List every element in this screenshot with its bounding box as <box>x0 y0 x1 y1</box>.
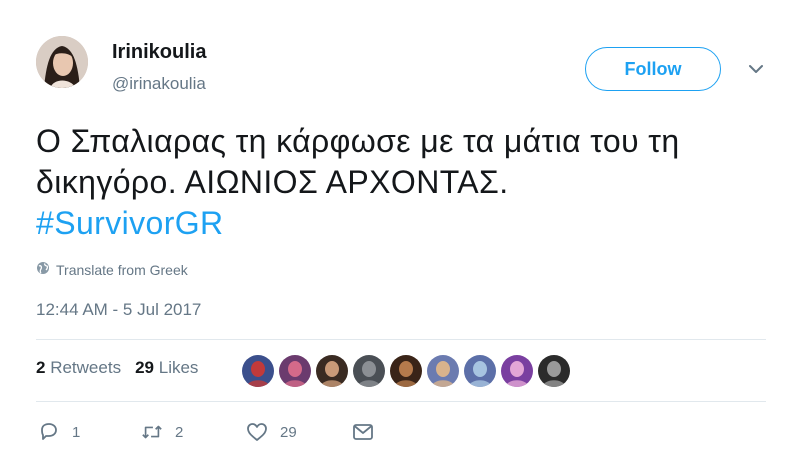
translate-link[interactable]: Translate from Greek <box>36 261 188 278</box>
like-count: 29 <box>280 423 297 441</box>
follow-button[interactable]: Follow <box>585 47 721 91</box>
divider <box>36 401 766 402</box>
liker-avatar[interactable] <box>279 355 311 387</box>
translate-label: Translate from Greek <box>56 261 188 278</box>
liker-avatar[interactable] <box>464 355 496 387</box>
likes-stat[interactable]: 29 Likes <box>135 358 198 378</box>
user-display-name[interactable]: Irinikoulia <box>112 41 206 64</box>
retweet-button[interactable]: 2 <box>141 421 183 443</box>
liker-avatar[interactable] <box>353 355 385 387</box>
like-button[interactable]: 29 <box>246 421 297 443</box>
retweets-count: 2 <box>36 358 46 377</box>
globe-icon <box>36 261 50 278</box>
user-handle[interactable]: @irinakoulia <box>112 74 206 94</box>
liker-avatar[interactable] <box>501 355 533 387</box>
user-avatar[interactable] <box>36 36 88 88</box>
likes-label: Likes <box>158 358 199 377</box>
retweets-stat[interactable]: 2 Retweets <box>36 358 121 378</box>
liker-avatar[interactable] <box>242 355 274 387</box>
tweet-stats: 2 Retweets 29 Likes <box>36 358 198 378</box>
liker-avatar[interactable] <box>390 355 422 387</box>
tweet-text: Ο Σπαλιαρας τη κάρφωσε με τα μάτια του τ… <box>36 121 776 244</box>
divider <box>36 339 766 340</box>
liker-avatar[interactable] <box>316 355 348 387</box>
liker-avatar[interactable] <box>538 355 570 387</box>
tweet-text-line: Ο Σπαλιαρας τη κάρφωσε με τα μάτια του τ… <box>36 123 680 159</box>
retweet-icon <box>141 421 163 443</box>
tweet-timestamp[interactable]: 12:44 AM - 5 Jul 2017 <box>36 300 201 320</box>
reply-button[interactable]: 1 <box>38 421 80 443</box>
tweet-card: Irinikoulia @irinakoulia Follow Ο Σπαλια… <box>0 0 800 458</box>
direct-message-button[interactable] <box>352 421 374 443</box>
envelope-icon <box>352 421 374 443</box>
retweets-label: Retweets <box>50 358 122 377</box>
retweet-count: 2 <box>175 423 184 441</box>
likers-avatars <box>242 355 570 387</box>
chevron-down-icon <box>748 61 764 79</box>
tweet-text-line: δικηγόρο. ΑΙΩΝΙΟΣ ΑΡΧΟΝΤΑΣ. <box>36 164 509 200</box>
hashtag-link[interactable]: #SurvivorGR <box>36 203 776 244</box>
reply-icon <box>38 421 60 443</box>
more-options-button[interactable] <box>744 58 768 82</box>
liker-avatar[interactable] <box>427 355 459 387</box>
heart-icon <box>246 421 268 443</box>
reply-count: 1 <box>72 423 81 441</box>
likes-count: 29 <box>135 358 154 377</box>
